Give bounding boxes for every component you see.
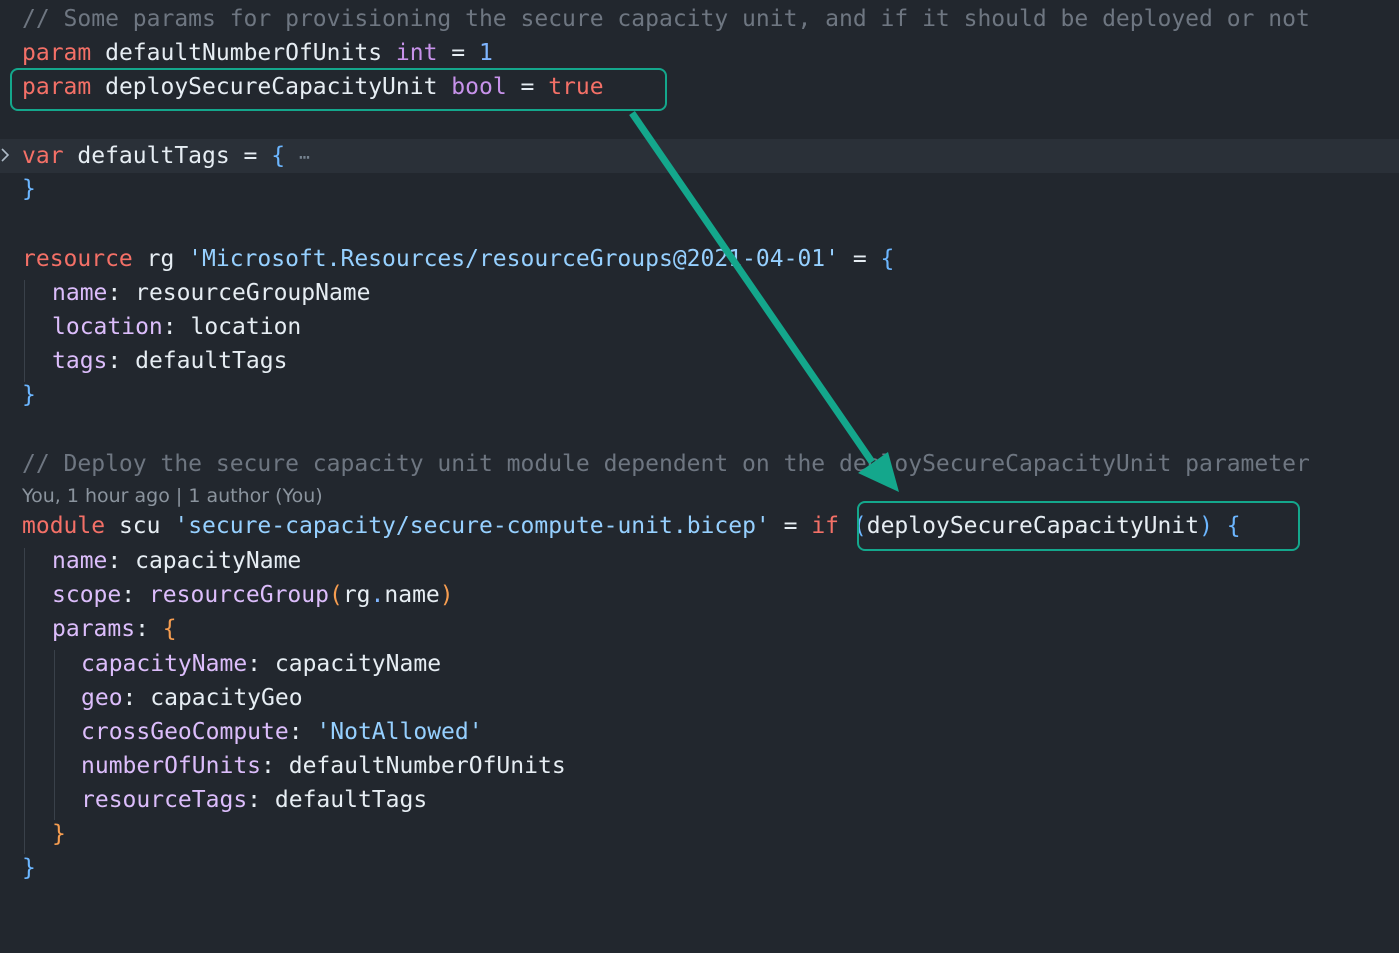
code-editor[interactable]: // Some params for provisioning the secu…: [0, 0, 1399, 893]
annotation-arrow: [629, 111, 899, 492]
